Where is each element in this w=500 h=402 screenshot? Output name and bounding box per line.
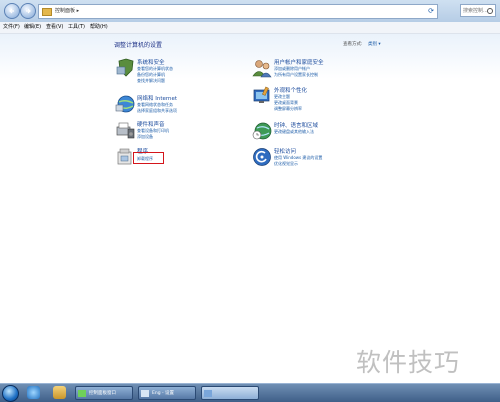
menu-help[interactable]: 帮助(H) <box>90 22 108 33</box>
category-title[interactable]: 时钟、语言和区域 <box>274 121 318 129</box>
category-link[interactable]: 更改键盘或其他输入法 <box>274 129 314 135</box>
folder-icon[interactable] <box>53 386 66 399</box>
control-panel-window: 控制面板 ▸ ⟳ 搜索控制... 文件(F) 编辑(E) 查看(V) 工具(T)… <box>0 0 500 383</box>
forward-button[interactable] <box>20 3 36 19</box>
taskbar-item-label: Eng - 设置 <box>152 391 175 396</box>
app-icon <box>141 390 149 397</box>
app-icon <box>78 390 86 397</box>
menu-bar: 文件(F) 编辑(E) 查看(V) 工具(T) 帮助(H) <box>0 22 500 34</box>
app-icon <box>204 390 212 397</box>
category-title[interactable]: 硬件和声音 <box>137 120 165 128</box>
address-field[interactable]: 控制面板 ▸ ⟳ <box>38 4 438 19</box>
category-link[interactable]: 选择家庭组和共享选项 <box>137 108 177 114</box>
taskbar-item-control-panel[interactable]: 控制面板窗口 <box>75 386 133 400</box>
search-icon <box>487 8 493 14</box>
accessibility-icon <box>253 148 271 166</box>
start-button[interactable] <box>2 385 19 402</box>
monitor-paint-icon <box>253 86 270 103</box>
category-title[interactable]: 用户帐户和家庭安全 <box>274 58 324 66</box>
category-title[interactable]: 轻松访问 <box>274 147 296 155</box>
forward-arrow-icon <box>26 8 31 14</box>
search-placeholder: 搜索控制... <box>463 8 488 14</box>
clock-globe-icon <box>252 122 272 140</box>
taskbar-item-active[interactable] <box>201 386 259 400</box>
users-icon <box>252 60 272 78</box>
menu-file[interactable]: 文件(F) <box>3 22 20 33</box>
programs-box-icon <box>117 148 132 165</box>
category-title[interactable]: 外观和个性化 <box>274 86 307 94</box>
breadcrumb[interactable]: 控制面板 ▸ <box>55 5 79 18</box>
shield-icon <box>116 58 134 77</box>
category-link[interactable]: 为所有用户设置家长控制 <box>274 72 318 78</box>
taskbar-item-label: 控制面板窗口 <box>89 391 116 396</box>
view-by-label: 查看方式: <box>343 42 363 47</box>
menu-tools[interactable]: 工具(T) <box>68 22 85 33</box>
refresh-icon[interactable]: ⟳ <box>428 7 434 15</box>
back-button[interactable] <box>4 3 20 19</box>
highlight-box <box>133 152 164 164</box>
printer-speaker-icon <box>116 122 135 139</box>
watermark-text: 软件技巧 <box>356 348 461 377</box>
control-panel-icon <box>42 8 52 16</box>
taskbar: 控制面板窗口 Eng - 设置 <box>0 383 500 402</box>
category-title[interactable]: 网络和 Internet <box>137 94 177 102</box>
view-by-dropdown[interactable]: 类别 ▾ <box>368 41 381 47</box>
category-link[interactable]: 优化视觉显示 <box>274 161 298 167</box>
globe-network-icon <box>115 95 135 113</box>
category-title[interactable]: 系统和安全 <box>137 58 165 66</box>
taskbar-item-settings[interactable]: Eng - 设置 <box>138 386 196 400</box>
category-link[interactable]: 调整屏幕分辨率 <box>274 106 302 112</box>
control-panel-content: 调整计算机的设置 查看方式: 类别 ▾ 系统和安全 查看您的计算机状态 备份您的… <box>0 34 500 383</box>
ie-icon[interactable] <box>27 386 40 399</box>
category-link[interactable]: 查找并解决问题 <box>137 78 165 84</box>
category-link[interactable]: 添加设备 <box>137 134 153 140</box>
menu-edit[interactable]: 编辑(E) <box>24 22 41 33</box>
page-title: 调整计算机的设置 <box>114 42 163 49</box>
back-arrow-icon <box>9 8 14 14</box>
menu-view[interactable]: 查看(V) <box>46 22 63 33</box>
address-bar-area: 控制面板 ▸ ⟳ 搜索控制... <box>0 0 500 23</box>
search-input[interactable]: 搜索控制... <box>460 4 496 17</box>
